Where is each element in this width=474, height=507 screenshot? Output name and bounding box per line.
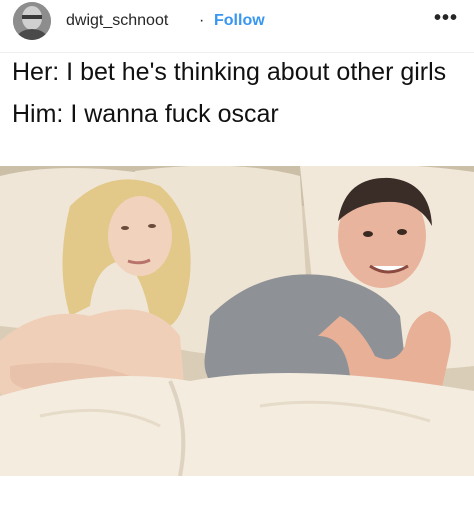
caption-line-her: Her: I bet he's thinking about other gir…	[12, 58, 447, 86]
username-link[interactable]: dwigt_schnoot	[66, 12, 168, 30]
meme-photo	[0, 166, 474, 476]
follow-button[interactable]: Follow	[214, 12, 265, 30]
separator-dot: ·	[199, 12, 205, 29]
avatar-image	[13, 2, 51, 40]
header-divider	[0, 52, 474, 53]
caption-line-him: Him: I wanna fuck oscar	[12, 100, 279, 128]
post-header: dwigt_schnoot · Follow •••	[0, 0, 474, 42]
more-options-icon[interactable]: •••	[434, 8, 458, 28]
avatar[interactable]	[13, 2, 51, 40]
